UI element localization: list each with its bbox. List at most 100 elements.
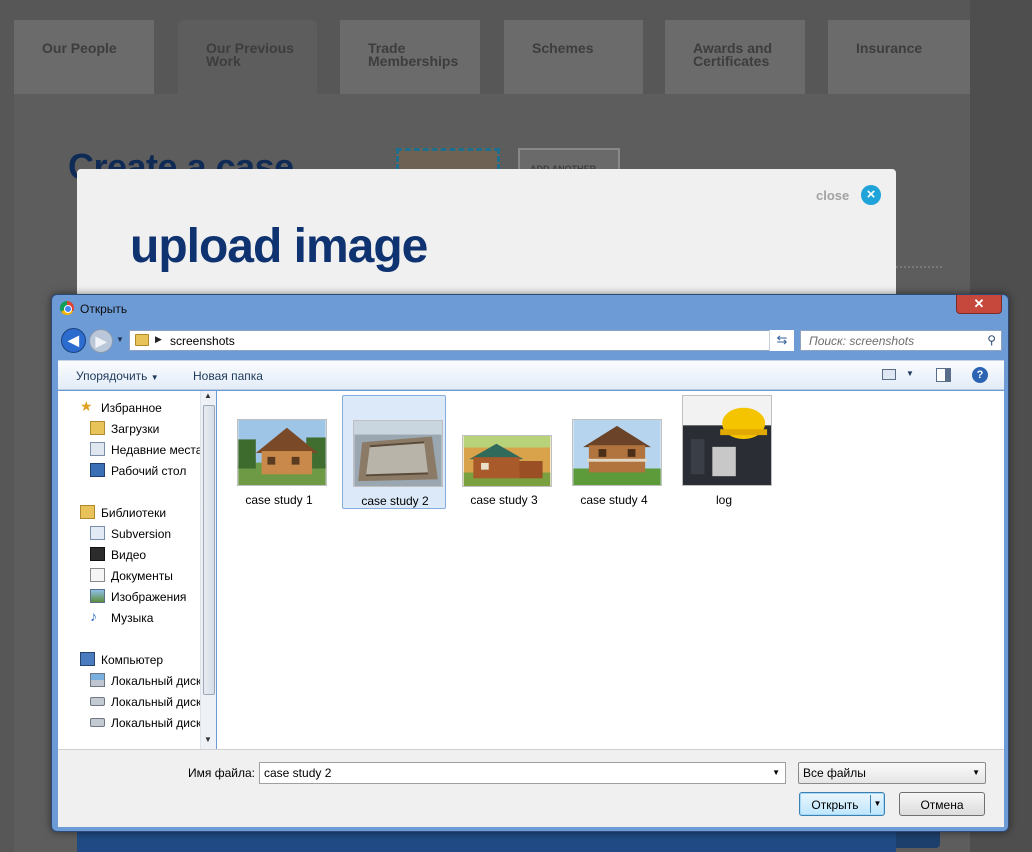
log-house-thumbnail <box>237 419 327 486</box>
chevron-down-icon[interactable]: ▼ <box>772 768 780 777</box>
recent-pages-dropdown[interactable]: ▼ <box>116 335 124 344</box>
address-folder-name[interactable]: screenshots <box>170 334 235 348</box>
change-view-icon[interactable] <box>882 369 896 380</box>
open-button[interactable]: Открыть ▼ <box>799 792 885 816</box>
libraries-icon <box>80 505 95 519</box>
file-name: log <box>715 493 732 507</box>
scroll-up-icon[interactable]: ▲ <box>204 391 212 400</box>
tab-our-people[interactable]: Our People <box>14 20 154 94</box>
chevron-down-icon: ▼ <box>150 373 159 382</box>
open-button-label: Открыть <box>811 798 859 812</box>
file-item-case-study-2[interactable]: case study 2 <box>342 395 446 509</box>
file-name: case study 1 <box>245 493 313 507</box>
tab-awards-certificates[interactable]: Awards and Certificates <box>665 20 805 94</box>
documents-icon <box>90 568 105 582</box>
preview-pane-icon[interactable] <box>936 368 951 382</box>
music-icon: ♪ <box>90 608 97 624</box>
organize-button[interactable]: Упорядочить ▼ <box>76 369 159 383</box>
video-icon <box>90 547 105 561</box>
file-type-value: Все файлы <box>803 766 866 780</box>
nav-scrollbar[interactable]: ▲ ▼ <box>200 391 216 749</box>
nav-item-label: Изображения <box>111 590 187 604</box>
filename-value[interactable]: case study 2 <box>264 766 331 780</box>
modal-close-label[interactable]: close <box>816 188 849 203</box>
nav-item-label: Локальный диск <box>111 716 202 730</box>
tab-label-line2: Certificates <box>693 53 770 69</box>
nav-item-label: Недавние места <box>111 443 203 457</box>
library-folder-icon <box>90 526 105 540</box>
navigation-pane: ★ Избранное Загрузки Недавние места Рабо… <box>58 391 216 749</box>
computer-icon <box>80 652 95 666</box>
hard-hat-thumbnail <box>682 395 772 486</box>
nav-item-label: Избранное <box>101 401 162 415</box>
tab-label: Schemes <box>532 40 594 56</box>
open-options-dropdown[interactable]: ▼ <box>870 795 884 813</box>
file-item-log[interactable]: log <box>672 395 776 509</box>
search-icon[interactable]: ⚲ <box>987 333 996 347</box>
address-bar[interactable]: ▶ screenshots ▼ <box>129 330 794 351</box>
nav-item-label: Библиотеки <box>101 506 167 520</box>
tab-our-previous-work[interactable]: Our Previous Work <box>178 20 317 94</box>
nav-item-label: Рабочий стол <box>111 464 187 478</box>
back-button[interactable]: ◀ <box>61 328 86 353</box>
file-item-case-study-1[interactable]: case study 1 <box>227 395 331 509</box>
foundation-thumbnail <box>353 420 443 487</box>
file-item-case-study-3[interactable]: case study 3 <box>452 395 556 509</box>
system-disk-icon <box>90 673 105 687</box>
filename-input[interactable]: case study 2 ▼ <box>259 762 786 784</box>
nav-item-label: Локальный диск <box>111 674 202 688</box>
scrollbar-thumb[interactable] <box>203 405 215 695</box>
modal-title: upload image <box>130 220 428 273</box>
cancel-button[interactable]: Отмена <box>899 792 985 816</box>
disk-icon <box>90 718 105 727</box>
log-house-thumbnail <box>462 435 552 487</box>
dialog-footer: Имя файла: case study 2 ▼ Все файлы ▼ От… <box>58 749 1004 827</box>
nav-item-label: Загрузки <box>111 422 160 436</box>
nav-item-label: Subversion <box>111 527 172 541</box>
nav-item-label: Документы <box>111 569 173 583</box>
nav-item-label: Музыка <box>111 611 154 625</box>
file-name: case study 3 <box>470 493 538 507</box>
nav-item-label: Видео <box>111 548 147 562</box>
tab-insurance[interactable]: Insurance <box>828 20 970 94</box>
file-name: case study 2 <box>361 494 429 508</box>
search-input[interactable]: Поиск: screenshots ⚲ <box>800 330 1002 351</box>
tab-label-line2: Memberships <box>368 53 459 69</box>
forward-button[interactable]: ▶ <box>89 329 113 353</box>
tab-label: Insurance <box>856 40 923 56</box>
recent-places-icon <box>90 442 105 456</box>
window-close-button[interactable]: ✕ <box>956 295 1002 314</box>
pictures-icon <box>90 589 105 603</box>
search-placeholder: Поиск: screenshots <box>809 334 915 348</box>
filename-label: Имя файла: <box>188 766 255 780</box>
tab-trade-memberships[interactable]: Trade Memberships <box>340 20 480 94</box>
new-folder-button[interactable]: Новая папка <box>193 369 263 383</box>
chevron-down-icon[interactable]: ▼ <box>972 768 980 777</box>
log-house-thumbnail <box>572 419 662 486</box>
tab-schemes[interactable]: Schemes <box>504 20 643 94</box>
scroll-down-icon[interactable]: ▼ <box>204 735 212 744</box>
nav-item-label: Локальный диск <box>111 695 202 709</box>
star-icon: ★ <box>80 398 93 414</box>
dialog-toolbar: Упорядочить ▼ Новая папка ▼ ? <box>58 360 1004 390</box>
desktop-icon <box>90 463 105 477</box>
downloads-icon <box>90 421 105 435</box>
chrome-icon <box>60 301 74 315</box>
site-tab-bar: Our People Our Previous Work Trade Membe… <box>14 20 970 94</box>
file-type-select[interactable]: Все файлы ▼ <box>798 762 986 784</box>
view-options-dropdown[interactable]: ▼ <box>906 369 914 378</box>
folder-icon <box>135 334 149 346</box>
breadcrumb-arrow-icon[interactable]: ▶ <box>155 334 162 345</box>
tab-label: Our People <box>42 40 117 56</box>
disk-icon <box>90 697 105 706</box>
tab-label-line2: Work <box>206 53 241 69</box>
refresh-button[interactable]: ⇆ <box>769 330 794 351</box>
organize-label: Упорядочить <box>76 369 148 383</box>
file-item-case-study-4[interactable]: case study 4 <box>562 395 666 509</box>
file-name: case study 4 <box>580 493 648 507</box>
cancel-button-label: Отмена <box>920 798 964 812</box>
dialog-title: Открыть <box>80 302 128 316</box>
close-icon[interactable]: × <box>861 185 881 205</box>
help-icon[interactable]: ? <box>972 367 988 383</box>
file-list: case study 1 case study 2 case study 3 c… <box>217 391 1004 749</box>
